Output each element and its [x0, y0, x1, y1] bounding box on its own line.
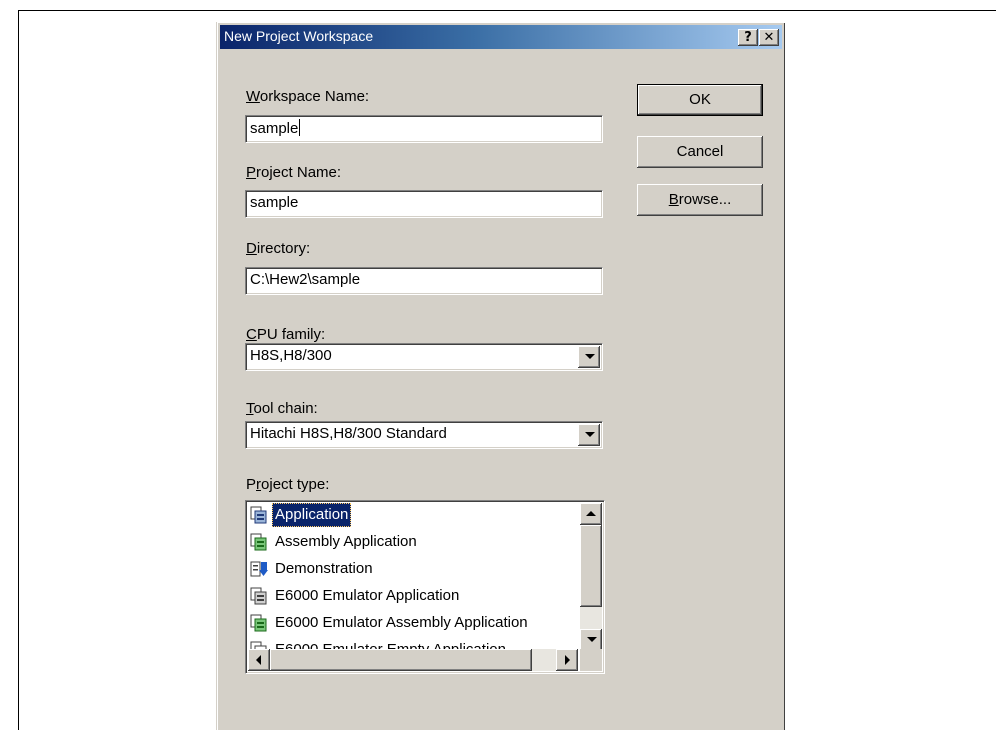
project-name-hotkey: P [246, 164, 257, 181]
directory-input[interactable]: C:\Hew2\sample [245, 267, 603, 295]
tool-chain-label-text: ool chain: [253, 400, 318, 417]
cpu-family-select[interactable]: H8S,H8/300 [245, 343, 603, 371]
arrow-right-icon [565, 655, 570, 665]
frame-left-border [18, 10, 19, 730]
project-type-label: Project type: [246, 476, 329, 493]
list-item-label: Demonstration [275, 560, 373, 577]
tool-chain-dropdown-button[interactable] [578, 424, 600, 446]
scroll-left-button[interactable] [248, 649, 270, 671]
list-item-label: Assembly Application [275, 533, 417, 550]
scroll-up-button[interactable] [580, 503, 602, 525]
horizontal-scrollbar[interactable] [248, 649, 578, 671]
cpu-family-hotkey: C [246, 326, 257, 343]
text-caret [299, 119, 301, 136]
tool-chain-value: Hitachi H8S,H8/300 Standard [250, 425, 447, 442]
close-button[interactable]: ✕ [759, 29, 779, 46]
browse-button[interactable]: Browse... [637, 184, 763, 216]
vertical-scroll-thumb[interactable] [580, 525, 602, 607]
title-bar[interactable]: New Project Workspace ? ✕ [220, 25, 782, 49]
browse-label-text: rowse... [678, 191, 732, 208]
demonstration-icon [250, 561, 268, 577]
cpu-family-dropdown-button[interactable] [578, 346, 600, 368]
workspace-name-hotkey: W [246, 88, 260, 105]
arrow-down-icon [587, 637, 597, 642]
project-type-label-text: oject type: [261, 476, 330, 493]
cancel-button[interactable]: Cancel [637, 136, 763, 168]
cpu-family-label: CPU family: [246, 326, 325, 343]
workspace-name-label-text: orkspace Name: [259, 88, 370, 105]
chevron-down-icon [585, 432, 595, 437]
new-project-workspace-dialog: New Project Workspace ? ✕ Workspace Name… [216, 22, 785, 730]
list-item-label: E6000 Emulator Application [275, 587, 460, 604]
tool-chain-label: Tool chain: [246, 400, 318, 417]
help-button[interactable]: ? [738, 29, 758, 46]
cpu-family-value: H8S,H8/300 [250, 347, 332, 364]
arrow-left-icon [256, 655, 261, 665]
project-type-list[interactable]: Application Assembly Application Demonst… [245, 500, 605, 674]
project-name-label: Project Name: [246, 164, 341, 181]
workspace-name-value: sample [250, 120, 299, 137]
project-name-value: sample [250, 194, 299, 211]
chevron-down-icon [585, 354, 595, 359]
scroll-right-button[interactable] [556, 649, 578, 671]
tool-chain-select[interactable]: Hitachi H8S,H8/300 Standard [245, 421, 603, 449]
assembly-application-icon [250, 533, 267, 551]
workspace-name-input[interactable]: sample [245, 115, 603, 143]
browse-hotkey: B [668, 191, 679, 208]
list-item-label: Application [272, 503, 352, 527]
scrollbar-corner [580, 649, 602, 671]
frame-top-border [18, 10, 996, 11]
vertical-scrollbar[interactable] [580, 503, 602, 651]
dialog-title: New Project Workspace [224, 28, 374, 44]
cpu-family-label-text: PU family: [256, 326, 326, 343]
workspace-name-label: Workspace Name: [246, 88, 369, 105]
directory-hotkey: D [246, 240, 257, 257]
project-name-label-text: roject Name: [256, 164, 342, 181]
application-icon [250, 506, 267, 524]
horizontal-scroll-thumb[interactable] [270, 649, 532, 671]
tool-chain-hotkey: T [246, 400, 254, 417]
directory-label: Directory: [246, 240, 310, 257]
list-item-label: E6000 Emulator Assembly Application [275, 614, 528, 631]
scroll-down-button[interactable] [580, 629, 602, 651]
project-type-label-prefix: P [246, 476, 257, 493]
arrow-up-icon [586, 511, 596, 516]
directory-value: C:\Hew2\sample [250, 271, 361, 288]
directory-label-text: irectory: [256, 240, 311, 257]
ok-button[interactable]: OK [637, 84, 763, 116]
emulator-assembly-application-icon [250, 614, 267, 632]
project-name-input[interactable]: sample [245, 190, 603, 218]
emulator-application-icon [250, 587, 267, 605]
